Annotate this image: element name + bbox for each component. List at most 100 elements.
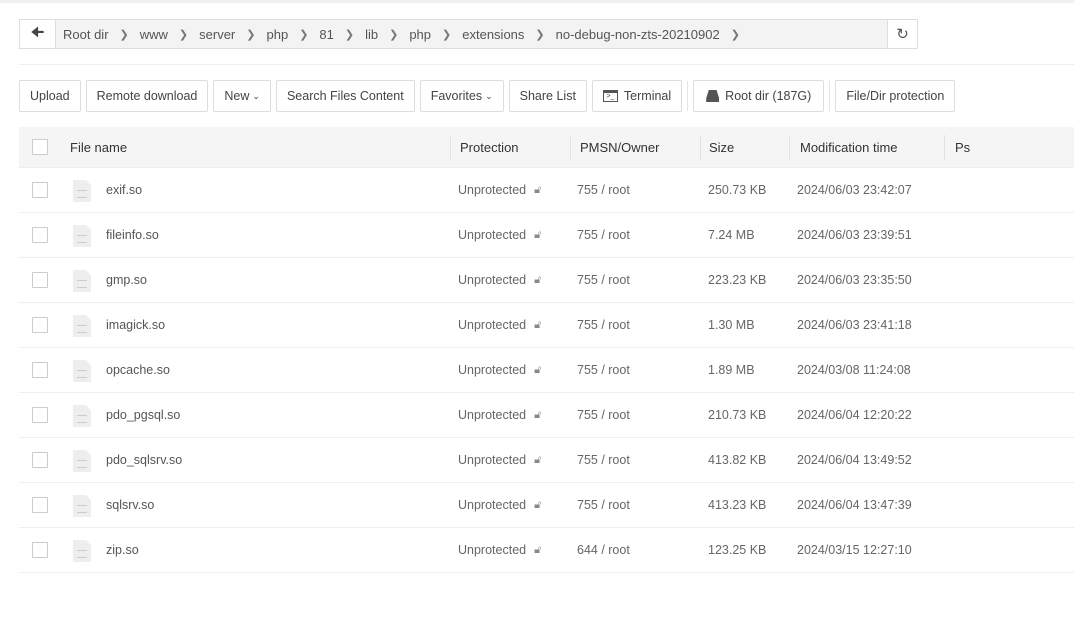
- protection-status[interactable]: Unprotected 🔓︎: [458, 213, 541, 257]
- table-row[interactable]: exif.so Unprotected 🔓︎ 755 / root 250.73 …: [19, 168, 1074, 213]
- file-size: 123.25 KB: [708, 543, 767, 557]
- chevron-right-icon: ❯: [246, 28, 256, 41]
- protection-status[interactable]: Unprotected 🔓︎: [458, 528, 541, 572]
- breadcrumb-item[interactable]: server: [199, 27, 235, 42]
- new-dropdown[interactable]: New ⌄: [213, 80, 271, 112]
- pmsn-owner[interactable]: 755 / root: [577, 213, 630, 257]
- file-size: 250.73 KB: [708, 183, 767, 197]
- disk-icon: [706, 90, 720, 102]
- row-checkbox[interactable]: [32, 542, 48, 558]
- modification-time: 2024/06/04 12:20:22: [797, 408, 912, 422]
- unlock-icon: 🔓︎: [534, 408, 542, 421]
- breadcrumb-item[interactable]: lib: [365, 27, 378, 42]
- favorites-label: Favorites: [430, 89, 483, 103]
- divider: [944, 135, 945, 160]
- pmsn-owner[interactable]: 755 / root: [577, 483, 630, 527]
- col-size[interactable]: Size: [709, 127, 734, 167]
- breadcrumb-item[interactable]: php: [409, 27, 431, 42]
- protection-status[interactable]: Unprotected 🔓︎: [458, 393, 541, 437]
- pmsn-owner[interactable]: 755 / root: [577, 303, 630, 347]
- pmsn-owner[interactable]: 755 / root: [577, 393, 630, 437]
- col-protection[interactable]: Protection: [460, 127, 519, 167]
- modification-time: 2024/03/15 12:27:10: [797, 543, 912, 557]
- file-name[interactable]: zip.so: [106, 528, 139, 572]
- row-checkbox[interactable]: [32, 227, 48, 243]
- table-row[interactable]: opcache.so Unprotected 🔓︎ 755 / root 1.89…: [19, 348, 1074, 393]
- back-button[interactable]: 🠈: [20, 20, 56, 48]
- file-icon: [73, 180, 91, 202]
- chevron-right-icon: ❯: [344, 28, 355, 41]
- file-size: 413.82 KB: [708, 453, 767, 467]
- row-checkbox[interactable]: [32, 362, 48, 378]
- table-header: File name Protection PMSN/Owner Size Mod…: [19, 127, 1074, 168]
- table-row[interactable]: imagick.so Unprotected 🔓︎ 755 / root 1.30…: [19, 303, 1074, 348]
- chevron-right-icon: ❯: [178, 28, 189, 41]
- file-size: 413.23 KB: [708, 498, 767, 512]
- table-row[interactable]: zip.so Unprotected 🔓︎ 644 / root 123.25 K…: [19, 528, 1074, 573]
- unlock-icon: 🔓︎: [534, 228, 542, 241]
- table-row[interactable]: pdo_pgsql.so Unprotected 🔓︎ 755 / root 21…: [19, 393, 1074, 438]
- protection-label: Unprotected: [458, 408, 527, 422]
- terminal-button[interactable]: >_ Terminal: [591, 80, 683, 112]
- breadcrumb-item[interactable]: 81: [319, 27, 333, 42]
- pmsn-owner[interactable]: 755 / root: [577, 438, 630, 482]
- col-mtime[interactable]: Modification time: [800, 127, 898, 167]
- share-list-button[interactable]: Share List: [508, 80, 587, 112]
- search-files-content-button[interactable]: Search Files Content: [275, 80, 415, 112]
- protection-status[interactable]: Unprotected 🔓︎: [458, 348, 541, 392]
- breadcrumb-item[interactable]: no-debug-non-zts-20210902: [556, 27, 720, 42]
- col-ps[interactable]: Ps: [955, 127, 970, 167]
- file-size: 1.30 MB: [708, 318, 755, 332]
- file-table: File name Protection PMSN/Owner Size Mod…: [19, 127, 1074, 573]
- file-size: 1.89 MB: [708, 363, 755, 377]
- breadcrumb: Root dir ❯ www ❯ server ❯ php ❯ 81 ❯ lib ❯ php ❯ exten…: [56, 27, 887, 42]
- row-checkbox[interactable]: [32, 182, 48, 198]
- pmsn-owner[interactable]: 755 / root: [577, 348, 630, 392]
- refresh-button[interactable]: ↻: [887, 20, 917, 48]
- protection-label: Unprotected: [458, 498, 527, 512]
- col-pmsn[interactable]: PMSN/Owner: [580, 127, 659, 167]
- pmsn-owner[interactable]: 644 / root: [577, 528, 630, 572]
- protection-label: Unprotected: [458, 228, 527, 242]
- upload-button[interactable]: Upload: [19, 80, 81, 112]
- protection-status[interactable]: Unprotected 🔓︎: [458, 168, 541, 212]
- row-checkbox[interactable]: [32, 452, 48, 468]
- table-row[interactable]: fileinfo.so Unprotected 🔓︎ 755 / root 7.2…: [19, 213, 1074, 258]
- protection-label: Unprotected: [458, 273, 527, 287]
- table-row[interactable]: pdo_sqlsrv.so Unprotected 🔓︎ 755 / root 4…: [19, 438, 1074, 483]
- pmsn-owner[interactable]: 755 / root: [577, 258, 630, 302]
- row-checkbox[interactable]: [32, 317, 48, 333]
- file-name[interactable]: fileinfo.so: [106, 213, 159, 257]
- protection-status[interactable]: Unprotected 🔓︎: [458, 483, 541, 527]
- root-dir-button[interactable]: Root dir (187G): [693, 80, 825, 112]
- row-checkbox[interactable]: [32, 497, 48, 513]
- file-name[interactable]: pdo_sqlsrv.so: [106, 438, 182, 482]
- toolbar: Upload Remote download New ⌄ Search Files…: [19, 80, 960, 112]
- breadcrumb-item[interactable]: www: [140, 27, 168, 42]
- file-name[interactable]: pdo_pgsql.so: [106, 393, 180, 437]
- file-name[interactable]: sqlsrv.so: [106, 483, 154, 527]
- breadcrumb-item[interactable]: Root dir: [63, 27, 109, 42]
- row-checkbox[interactable]: [32, 272, 48, 288]
- col-file-name[interactable]: File name: [70, 127, 127, 167]
- protection-status[interactable]: Unprotected 🔓︎: [458, 438, 541, 482]
- file-name[interactable]: imagick.so: [106, 303, 165, 347]
- row-checkbox[interactable]: [32, 407, 48, 423]
- file-dir-protection-button[interactable]: File/Dir protection: [835, 80, 956, 112]
- favorites-dropdown[interactable]: Favorites ⌄: [419, 80, 504, 112]
- divider: [829, 81, 831, 111]
- pmsn-owner[interactable]: 755 / root: [577, 168, 630, 212]
- file-name[interactable]: exif.so: [106, 168, 142, 212]
- breadcrumb-item[interactable]: php: [266, 27, 288, 42]
- modification-time: 2024/06/04 13:49:52: [797, 453, 912, 467]
- breadcrumb-item[interactable]: extensions: [462, 27, 524, 42]
- table-row[interactable]: gmp.so Unprotected 🔓︎ 755 / root 223.23 K…: [19, 258, 1074, 303]
- table-row[interactable]: sqlsrv.so Unprotected 🔓︎ 755 / root 413.2…: [19, 483, 1074, 528]
- protection-status[interactable]: Unprotected 🔓︎: [458, 258, 541, 302]
- file-name[interactable]: opcache.so: [106, 348, 170, 392]
- file-name[interactable]: gmp.so: [106, 258, 147, 302]
- remote-download-button[interactable]: Remote download: [85, 80, 209, 112]
- chevron-right-icon: ❯: [535, 28, 545, 41]
- protection-status[interactable]: Unprotected 🔓︎: [458, 303, 541, 347]
- select-all-checkbox[interactable]: [32, 139, 48, 155]
